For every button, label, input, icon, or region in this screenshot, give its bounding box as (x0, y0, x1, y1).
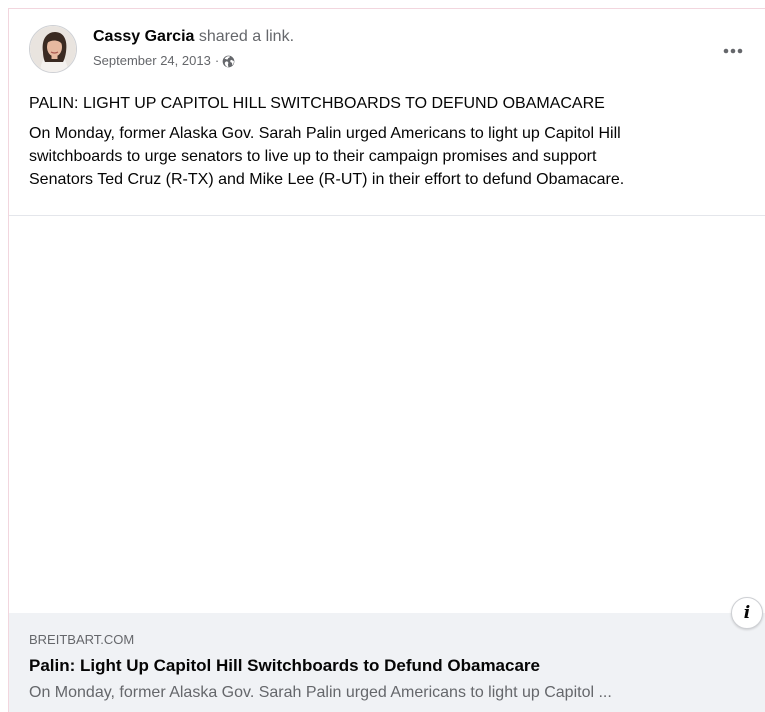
author-name[interactable]: Cassy Garcia (93, 28, 194, 45)
post-meta: September 24, 2013 · (93, 53, 235, 69)
post-headline: PALIN: LIGHT UP CAPITOL HILL SWITCHBOARD… (29, 95, 605, 112)
link-description: On Monday, former Alaska Gov. Sarah Pali… (29, 684, 612, 701)
avatar-image (30, 26, 76, 72)
info-button[interactable]: i (731, 597, 763, 629)
author-line: Cassy Garcia shared a link. (93, 27, 294, 47)
feed-post: Cassy Garcia shared a link. September 24… (8, 8, 765, 712)
link-preview-footer[interactable]: BREITBART.COM Palin: Light Up Capitol Hi… (9, 613, 765, 712)
author-action: shared a link. (198, 28, 295, 45)
globe-icon (222, 55, 235, 68)
link-title[interactable]: Palin: Light Up Capitol Hill Switchboard… (29, 655, 540, 677)
avatar[interactable] (29, 25, 77, 73)
post-body: On Monday, former Alaska Gov. Sarah Pali… (29, 125, 625, 188)
post-timestamp[interactable]: September 24, 2013 (93, 53, 211, 69)
meta-separator: · (214, 53, 220, 68)
more-options-button[interactable] (715, 33, 751, 69)
link-domain: BREITBART.COM (29, 632, 135, 647)
post-header: Cassy Garcia shared a link. September 24… (9, 9, 765, 85)
info-icon: i (743, 603, 751, 623)
link-preview-image[interactable] (9, 216, 765, 613)
more-horizontal-icon (723, 48, 743, 54)
